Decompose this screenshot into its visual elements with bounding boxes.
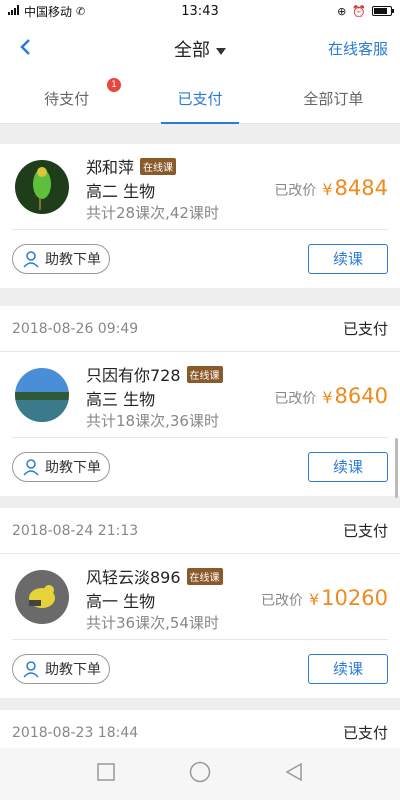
order-body[interactable]: 郑和萍 在线课 高二 生物 共计28课次,42课时 已改价 ¥8484 bbox=[12, 144, 388, 230]
page-title: 全部 bbox=[174, 40, 210, 61]
order-card: 2018-08-23 18:44 已支付 bbox=[0, 710, 400, 748]
status-time: 13:43 bbox=[181, 3, 219, 19]
order-status: 已支付 bbox=[342, 522, 388, 540]
square-icon[interactable] bbox=[97, 763, 115, 785]
student-name: 只因有你728 bbox=[86, 366, 181, 385]
renew-button[interactable]: 续课 bbox=[308, 244, 388, 274]
grade-subject: 高二 生物 bbox=[86, 182, 156, 201]
renew-button[interactable]: 续课 bbox=[308, 452, 388, 482]
student-name: 郑和萍 bbox=[86, 158, 135, 177]
nav-bar: 全部 在线客服 bbox=[0, 22, 400, 74]
user-outline-icon bbox=[23, 251, 39, 268]
price-value: 8640 bbox=[334, 384, 388, 408]
assistant-order-button[interactable]: 助教下单 bbox=[12, 244, 110, 274]
customer-service-link[interactable]: 在线客服 bbox=[328, 38, 388, 59]
system-nav-bar bbox=[0, 748, 400, 800]
carrier-name: 中国移动 bbox=[24, 4, 73, 19]
assistant-order-button[interactable]: 助教下单 bbox=[12, 452, 110, 482]
avatar bbox=[15, 160, 69, 214]
order-card: 2018-08-26 09:49 已支付 只因有你728 在线课 高三 生物 共… bbox=[0, 306, 400, 496]
lesson-count: 共计28课次,42课时 bbox=[86, 204, 219, 222]
user-outline-icon bbox=[23, 459, 39, 476]
order-body[interactable]: 只因有你728 在线课 高三 生物 共计18课次,36课时 已改价 ¥8640 bbox=[12, 352, 388, 438]
assistant-order-label: 助教下单 bbox=[45, 460, 101, 476]
order-date: 2018-08-23 18:44 bbox=[12, 724, 139, 741]
order-date: 2018-08-24 21:13 bbox=[12, 522, 139, 539]
tab-label: 待支付 bbox=[44, 90, 90, 108]
lock-icon: ⊕ bbox=[337, 4, 347, 18]
currency-symbol: ¥ bbox=[322, 388, 333, 407]
price-label: 已改价 bbox=[274, 391, 317, 407]
order-card: 郑和萍 在线课 高二 生物 共计28课次,42课时 已改价 ¥8484 助教下单… bbox=[0, 144, 400, 288]
signal-icon bbox=[8, 4, 20, 18]
renew-button[interactable]: 续课 bbox=[308, 654, 388, 684]
avatar bbox=[15, 368, 69, 422]
grade-subject: 高一 生物 bbox=[86, 592, 156, 611]
avatar bbox=[15, 570, 69, 624]
price: ¥8484 bbox=[322, 176, 388, 200]
order-tabs: 待支付 1 已支付 全部订单 bbox=[0, 74, 400, 124]
alarm-icon: ⏰ bbox=[352, 4, 366, 18]
status-bar: 中国移动 ✆ 13:43 ⊕ ⏰ bbox=[0, 0, 400, 22]
currency-symbol: ¥ bbox=[322, 180, 333, 199]
tab-pending[interactable]: 待支付 1 bbox=[0, 74, 133, 123]
price-value: 10260 bbox=[321, 586, 388, 610]
back-triangle-icon[interactable] bbox=[285, 762, 303, 786]
order-date: 2018-08-26 09:49 bbox=[12, 320, 139, 337]
tab-label: 已支付 bbox=[177, 90, 223, 108]
assistant-order-label: 助教下单 bbox=[45, 662, 101, 678]
student-name: 风轻云淡896 bbox=[86, 568, 181, 587]
scrollbar[interactable] bbox=[395, 438, 398, 498]
grade-subject: 高三 生物 bbox=[86, 390, 156, 409]
assistant-order-label: 助教下单 bbox=[45, 252, 101, 268]
price: ¥8640 bbox=[322, 384, 388, 408]
course-tag: 在线课 bbox=[140, 157, 177, 175]
caret-down-icon bbox=[216, 47, 226, 55]
course-tag: 在线课 bbox=[186, 567, 223, 585]
price-label: 已改价 bbox=[274, 183, 317, 199]
user-outline-icon bbox=[23, 661, 39, 678]
price: ¥10260 bbox=[309, 586, 388, 610]
price-label: 已改价 bbox=[261, 593, 303, 609]
circle-icon[interactable] bbox=[189, 761, 211, 787]
assistant-order-button[interactable]: 助教下单 bbox=[12, 654, 110, 684]
order-body[interactable]: 风轻云淡896 在线课 高一 生物 共计36课次,54课时 已改价 ¥10260 bbox=[12, 554, 388, 640]
phone-icon: ✆ bbox=[76, 4, 86, 18]
price-value: 8484 bbox=[334, 176, 388, 200]
order-status: 已支付 bbox=[342, 320, 388, 338]
tab-paid[interactable]: 已支付 bbox=[133, 74, 266, 124]
currency-symbol: ¥ bbox=[309, 590, 320, 609]
battery-icon bbox=[372, 6, 394, 16]
lesson-count: 共计36课次,54课时 bbox=[86, 614, 219, 632]
order-card: 2018-08-24 21:13 已支付 风轻云淡896 在线课 高一 生物 共… bbox=[0, 508, 400, 698]
tab-all-orders[interactable]: 全部订单 bbox=[267, 74, 400, 123]
lesson-count: 共计18课次,36课时 bbox=[86, 412, 219, 430]
tab-label: 全部订单 bbox=[303, 90, 364, 108]
pending-badge: 1 bbox=[107, 78, 121, 92]
order-status: 已支付 bbox=[342, 724, 388, 742]
course-tag: 在线课 bbox=[186, 365, 223, 383]
